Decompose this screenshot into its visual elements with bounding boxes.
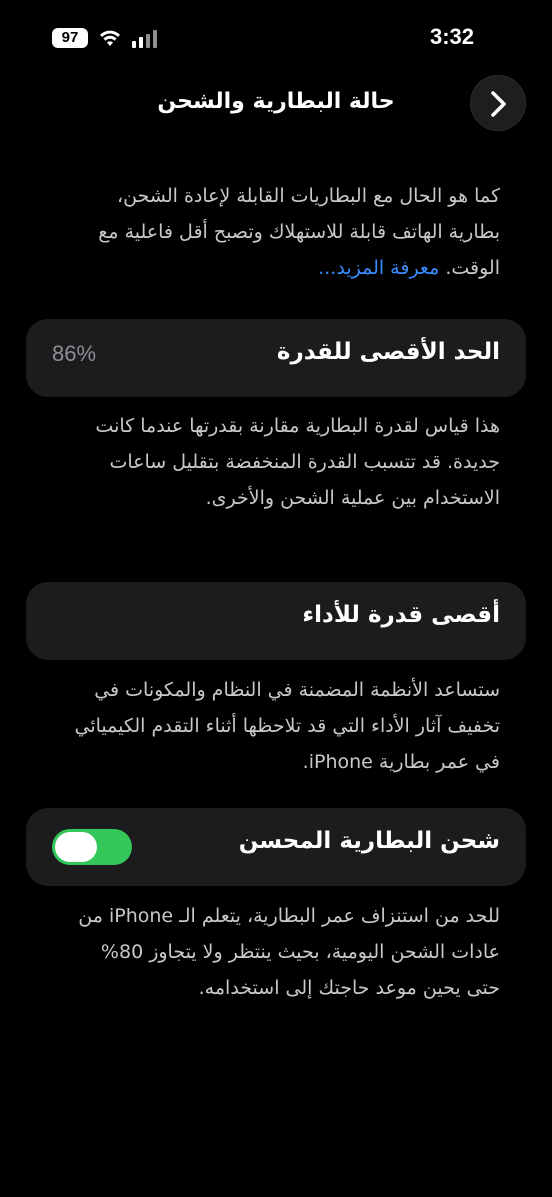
max-capacity-row: الحد الأقصى للقدرة 86% bbox=[26, 319, 526, 397]
intro-text: كما هو الحال مع البطاريات القابلة لإعادة… bbox=[98, 185, 500, 279]
status-time: 3:32 bbox=[429, 24, 474, 49]
max-capacity-value: 86% bbox=[52, 341, 97, 366]
peak-performance-description: ستساعد الأنظمة المضمنة في النظام والمكون… bbox=[74, 679, 501, 773]
intro-description: كما هو الحال مع البطاريات القابلة لإعادة… bbox=[70, 178, 500, 286]
optimized-charging-description: للحد من استنزاف عمر البطارية، يتعلم الـ … bbox=[78, 905, 500, 999]
toggle-knob bbox=[55, 832, 97, 862]
peak-performance-row: أقصى قدرة للأداء bbox=[26, 582, 526, 660]
chevron-right-icon bbox=[491, 91, 506, 117]
learn-more-link[interactable]: معرفة المزيد... bbox=[318, 257, 439, 279]
battery-badge: 97 bbox=[52, 28, 88, 48]
peak-performance-label: أقصى قدرة للأداء bbox=[302, 602, 500, 628]
status-bar: 97 3:32 bbox=[0, 0, 552, 75]
optimized-charging-row: شحن البطارية المحسن bbox=[26, 808, 526, 886]
max-capacity-label: الحد الأقصى للقدرة bbox=[276, 339, 500, 365]
navigation-bar: حالة البطارية والشحن bbox=[0, 75, 552, 133]
wifi-icon bbox=[100, 30, 120, 46]
optimized-charging-toggle[interactable] bbox=[52, 829, 132, 865]
cellular-signal-icon bbox=[132, 30, 157, 48]
max-capacity-description: هذا قياس لقدرة البطارية مقارنة بقدرتها ع… bbox=[95, 415, 500, 509]
optimized-charging-label: شحن البطارية المحسن bbox=[238, 828, 500, 854]
back-button[interactable] bbox=[470, 75, 526, 131]
